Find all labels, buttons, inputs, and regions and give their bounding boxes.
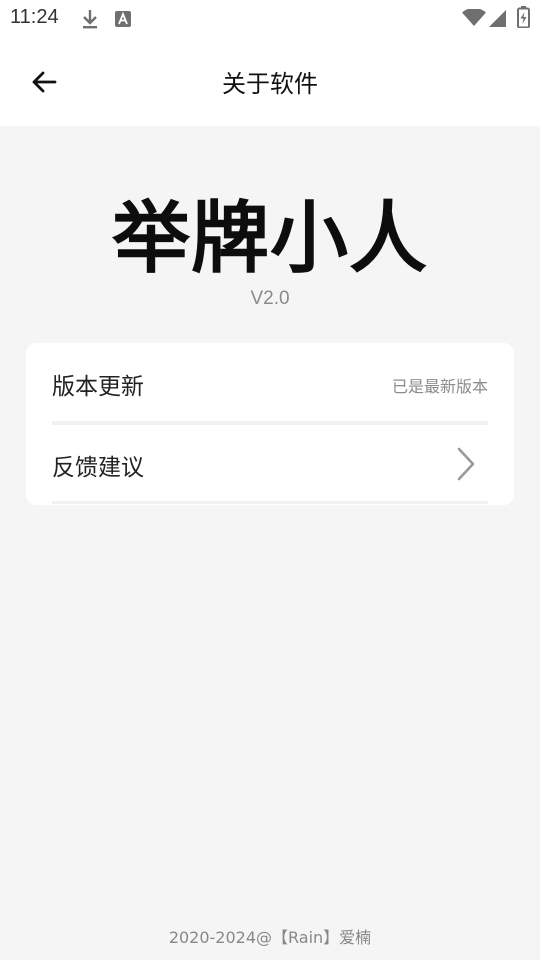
wifi-icon <box>462 9 486 26</box>
download-icon <box>83 10 97 29</box>
app-bar: 关于软件 <box>0 38 540 126</box>
version-update-label: 版本更新 <box>52 374 144 400</box>
feedback-label: 反馈建议 <box>52 455 144 481</box>
row-divider <box>52 501 488 504</box>
signal-icon <box>489 10 506 27</box>
feedback-row[interactable]: 反馈建议 <box>52 424 488 504</box>
version-status: 已是最新版本 <box>391 377 488 396</box>
battery-icon <box>517 6 530 28</box>
app-name: 举牌小人 <box>111 194 428 284</box>
status-bar: 11:24 <box>0 0 540 38</box>
status-time: 11:24 <box>10 6 59 28</box>
page-title: 关于软件 <box>222 70 318 98</box>
font-icon <box>115 11 131 27</box>
footer-copyright: 2020-2024@【Rain】爱楠 <box>168 928 372 947</box>
app-version: V2.0 <box>250 288 290 309</box>
settings-card: 版本更新 已是最新版本 反馈建议 <box>26 343 514 505</box>
chevron-right-icon <box>457 447 475 481</box>
version-update-row[interactable]: 版本更新 已是最新版本 <box>52 343 488 423</box>
